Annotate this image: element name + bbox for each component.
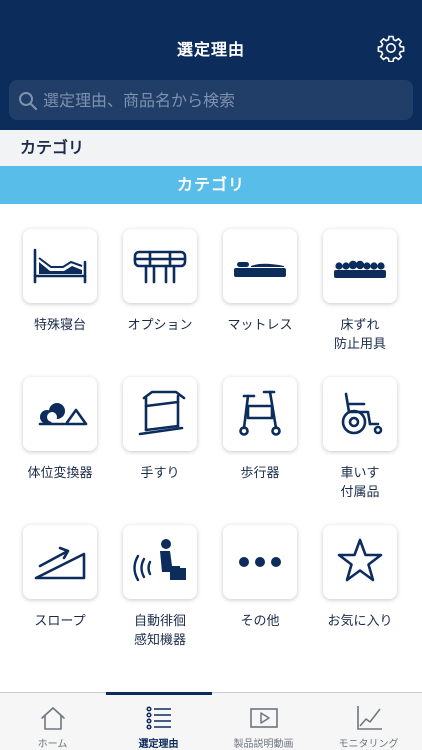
care-bed-icon — [33, 248, 87, 284]
category-grid: 特殊寝台 オプション マットレス 床ずれ 防止用具 体位変換器 手すり 歩行器 … — [0, 204, 422, 692]
more-dots-icon — [239, 557, 281, 567]
app-header: 選定理由 — [0, 0, 422, 130]
category-tile-ramp[interactable]: スロープ — [11, 500, 111, 640]
mattress-icon — [234, 262, 286, 277]
wheelchair-icon — [341, 392, 383, 435]
category-tile-wheelchair[interactable]: 車いす 付属品 — [311, 352, 411, 500]
handrail-icon — [138, 390, 186, 436]
walker-icon — [239, 390, 281, 436]
category-tile-handrail[interactable]: 手すり — [111, 352, 211, 492]
category-label: お気に入り — [327, 614, 393, 629]
category-label: 特殊寝台 — [33, 318, 86, 333]
tab-home[interactable]: ホーム — [0, 693, 105, 750]
list-icon — [146, 706, 171, 730]
tab-label: ホーム — [37, 739, 68, 750]
bed-rail-icon — [133, 250, 187, 284]
category-label: 車いす 付属品 — [340, 466, 380, 500]
home-icon — [41, 707, 65, 730]
category-icon-box — [23, 525, 97, 599]
wander-sensor-icon — [133, 539, 186, 582]
category-label: オプション — [127, 318, 193, 333]
tab-label: モニタリング — [338, 739, 399, 750]
category-icon-box — [223, 525, 297, 599]
category-tile-favorites[interactable]: お気に入り — [311, 500, 411, 640]
star-icon — [337, 538, 383, 582]
tab-label: 製品説明動画 — [233, 739, 294, 750]
tab-monitoring[interactable]: モニタリング — [316, 693, 421, 750]
page-title: 選定理由 — [176, 40, 245, 59]
video-play-icon — [250, 708, 278, 728]
category-label: 手すり — [140, 466, 180, 481]
category-label: マットレス — [227, 318, 293, 333]
category-label: 歩行器 — [240, 466, 280, 481]
category-icon-box — [23, 229, 97, 303]
category-tile-wander-sensor[interactable]: 自動徘徊 感知機器 — [111, 500, 211, 648]
search-input[interactable] — [43, 80, 405, 120]
category-label: その他 — [240, 614, 280, 629]
pressure-mattress-icon — [334, 260, 386, 278]
gear-icon[interactable] — [377, 34, 405, 62]
tab-product-videos[interactable]: 製品説明動画 — [211, 693, 316, 750]
tab-selection-reason[interactable]: 選定理由 — [106, 693, 211, 750]
tab-label: 選定理由 — [138, 739, 179, 750]
category-icon-box — [123, 525, 197, 599]
category-icon-box — [223, 229, 297, 303]
category-tile-positioning[interactable]: 体位変換器 — [11, 352, 111, 492]
category-icon-box — [123, 229, 197, 303]
category-tile-walker[interactable]: 歩行器 — [211, 352, 311, 492]
bottom-tab-bar: ホーム 選定理由 製品説明動画 モニタリング — [0, 692, 422, 750]
search-icon — [19, 92, 38, 111]
category-label: 体位変換器 — [27, 466, 93, 481]
category-label: スロープ — [34, 614, 86, 629]
section-title: カテゴリ — [0, 130, 422, 166]
category-tile-options[interactable]: オプション — [111, 204, 211, 344]
category-label: 床ずれ 防止用具 — [333, 318, 386, 352]
category-tile-other[interactable]: その他 — [211, 500, 311, 640]
category-icon-box — [23, 377, 97, 451]
category-icon-box — [223, 377, 297, 451]
positioning-cushion-icon — [38, 403, 88, 426]
category-tile-mattress[interactable]: マットレス — [211, 204, 311, 344]
ramp-icon — [34, 546, 86, 580]
category-icon-box — [323, 525, 397, 599]
category-icon-box — [323, 229, 397, 303]
category-header-bar: カテゴリ — [0, 166, 422, 204]
search-bar — [9, 80, 413, 120]
category-tile-care-bed[interactable]: 特殊寝台 — [11, 204, 111, 344]
line-chart-icon — [357, 706, 382, 730]
category-label: 自動徘徊 感知機器 — [133, 614, 186, 648]
category-icon-box — [323, 377, 397, 451]
category-tile-pressure-care[interactable]: 床ずれ 防止用具 — [311, 204, 411, 352]
category-icon-box — [123, 377, 197, 451]
